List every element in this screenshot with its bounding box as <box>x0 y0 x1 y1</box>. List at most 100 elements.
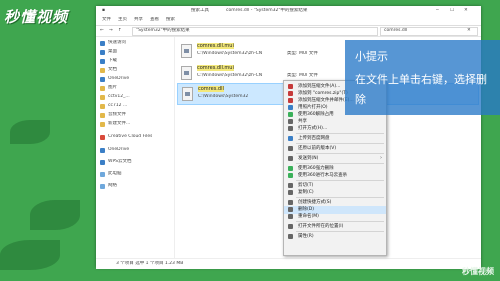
context-menu-item[interactable]: 属性(R) <box>284 233 386 241</box>
menu-item-icon <box>288 234 293 239</box>
menu-separator <box>296 133 384 134</box>
context-menu-item[interactable]: 打开文件所在的位置(I) <box>284 223 386 231</box>
file-icon <box>182 87 193 101</box>
nav-item-desktop[interactable]: 桌面 <box>100 49 172 56</box>
result-name: comres.dll <box>198 86 224 92</box>
clear-search-icon[interactable]: ✕ <box>467 28 475 34</box>
menu-item-label: 复制(C) <box>298 190 314 195</box>
cloud-icon <box>100 77 105 82</box>
nav-item-audio[interactable]: 音频文件 <box>100 112 172 119</box>
leaf-decoration <box>30 200 80 230</box>
folder-icon <box>100 122 105 127</box>
menu-item-icon <box>288 200 293 205</box>
menu-item-label: 上传到百度网盘 <box>298 136 330 141</box>
tab-file[interactable]: 文件 <box>102 17 114 23</box>
menu-separator <box>296 221 384 222</box>
nav-item-network[interactable]: 网络 <box>100 183 172 190</box>
back-icon[interactable]: ← <box>100 28 108 34</box>
nav-item-pictures[interactable]: 图片 <box>100 85 172 92</box>
tab-share[interactable]: 共享 <box>134 17 146 23</box>
menu-separator <box>296 143 384 144</box>
nav-item-creative-cloud[interactable]: Creative Cloud Files <box>100 134 172 141</box>
nav-item-quick-access[interactable]: 快速访问 <box>100 40 172 47</box>
chevron-right-icon: › <box>380 155 382 161</box>
result-name: comres.dll.mui <box>197 65 234 71</box>
menu-item-icon <box>288 214 293 219</box>
search-input[interactable]: comres.dll ✕ <box>380 27 478 36</box>
menu-item-icon <box>288 173 293 178</box>
download-icon <box>100 59 105 64</box>
corner-logo: 秒懂视频 <box>462 267 494 276</box>
status-bar: 3 个项目 选中 1 个项目 1.23 MB <box>96 258 481 269</box>
nav-item-new-folder[interactable]: 新建文件... <box>100 121 172 128</box>
menu-item-icon <box>288 126 293 131</box>
picture-icon <box>100 86 105 91</box>
context-menu-item[interactable]: 打开方式(H)... <box>284 125 386 133</box>
menu-item-label: 打开方式(H)... <box>298 126 328 131</box>
folder-icon: ▪ <box>102 8 106 13</box>
title-bar: ▪ 搜索工具 comres.dll - "System32"中的搜索结果 ─ ☐… <box>96 6 481 16</box>
menu-item-label: 属性(R) <box>298 234 314 239</box>
nav-item-onedrive-2[interactable]: OneDrive <box>100 147 172 154</box>
menu-item-label: 添加到压缩文件(A)... <box>298 84 341 89</box>
nav-item-wps[interactable]: WPS云文档 <box>100 159 172 166</box>
menu-item-label: 创建快捷方式(S) <box>298 200 332 205</box>
menu-item-icon <box>288 190 293 195</box>
forward-icon[interactable]: → <box>109 28 117 34</box>
nav-item-folder-1[interactable]: cctv12_... <box>100 94 172 101</box>
menu-item-icon <box>288 156 293 161</box>
cloud-icon <box>100 148 105 153</box>
up-icon[interactable]: ↑ <box>118 28 126 34</box>
menu-item-icon <box>288 105 293 110</box>
menu-item-icon <box>288 166 293 171</box>
context-menu-item[interactable]: 上传到百度网盘 <box>284 135 386 143</box>
document-icon <box>100 68 105 73</box>
navigation-pane: 快速访问 桌面 下载 文档 OneDrive 图片 cctv12_... cc7… <box>96 37 175 258</box>
file-icon <box>181 44 192 58</box>
background-green <box>0 0 92 281</box>
maximize-icon[interactable]: ☐ <box>450 8 458 14</box>
menu-item-icon <box>288 224 293 229</box>
nav-item-downloads[interactable]: 下载 <box>100 58 172 65</box>
result-type: 类型: MUI 文件 <box>287 73 318 78</box>
file-icon <box>181 66 192 80</box>
menu-separator <box>296 231 384 232</box>
nav-item-onedrive[interactable]: OneDrive <box>100 76 172 83</box>
context-menu-item[interactable]: 发送到(N) › <box>284 155 386 163</box>
minimize-icon[interactable]: ─ <box>436 8 444 14</box>
tab-home[interactable]: 主页 <box>118 17 130 23</box>
context-menu-item[interactable]: 复制(C) <box>284 189 386 197</box>
tip-body: 在文件上单击右键，选择删除 <box>355 73 487 106</box>
folder-icon <box>100 104 105 109</box>
menu-item-label: 使用360解除占用 <box>298 112 334 117</box>
menu-item-label: 重命名(M) <box>298 214 319 219</box>
close-icon[interactable]: ✕ <box>464 8 472 14</box>
search-tools-tab[interactable]: 搜索工具 <box>191 8 219 14</box>
menu-item-label: 删除(D) <box>298 207 314 212</box>
result-name: comres.dll.mui <box>197 43 234 49</box>
desktop-icon <box>100 50 105 55</box>
menu-item-label: 打开文件所在的位置(I) <box>298 224 344 229</box>
tab-search[interactable]: 搜索 <box>166 17 178 23</box>
address-bar[interactable]: "System32"中的搜索结果 <box>132 27 378 36</box>
tab-view[interactable]: 查看 <box>150 17 162 23</box>
menu-item-label: 用照片打开(O) <box>298 105 328 110</box>
context-menu-item[interactable]: 重命名(M) <box>284 213 386 221</box>
menu-item-icon <box>288 119 293 124</box>
menu-item-icon <box>288 146 293 151</box>
context-menu-item[interactable]: 还原以前的版本(V) <box>284 145 386 153</box>
search-value: comres.dll <box>384 28 408 33</box>
computer-icon <box>100 172 105 177</box>
menu-separator <box>296 163 384 164</box>
nav-item-documents[interactable]: 文档 <box>100 67 172 74</box>
watermark-logo: 秒懂视频 <box>4 8 69 26</box>
menu-item-label: 添加到 "comres.zip"(T) <box>298 91 348 96</box>
nav-item-folder-2[interactable]: cc712 ... <box>100 103 172 110</box>
leaf-decoration <box>0 240 60 270</box>
nav-item-this-pc[interactable]: 此电脑 <box>100 171 172 178</box>
menu-separator <box>296 153 384 154</box>
star-icon <box>100 41 105 46</box>
status-text: 3 个项目 选中 1 个项目 1.23 MB <box>116 261 184 266</box>
context-menu-item[interactable]: 使用360进行木马云查杀 <box>284 172 386 180</box>
menu-item-icon <box>288 84 293 89</box>
